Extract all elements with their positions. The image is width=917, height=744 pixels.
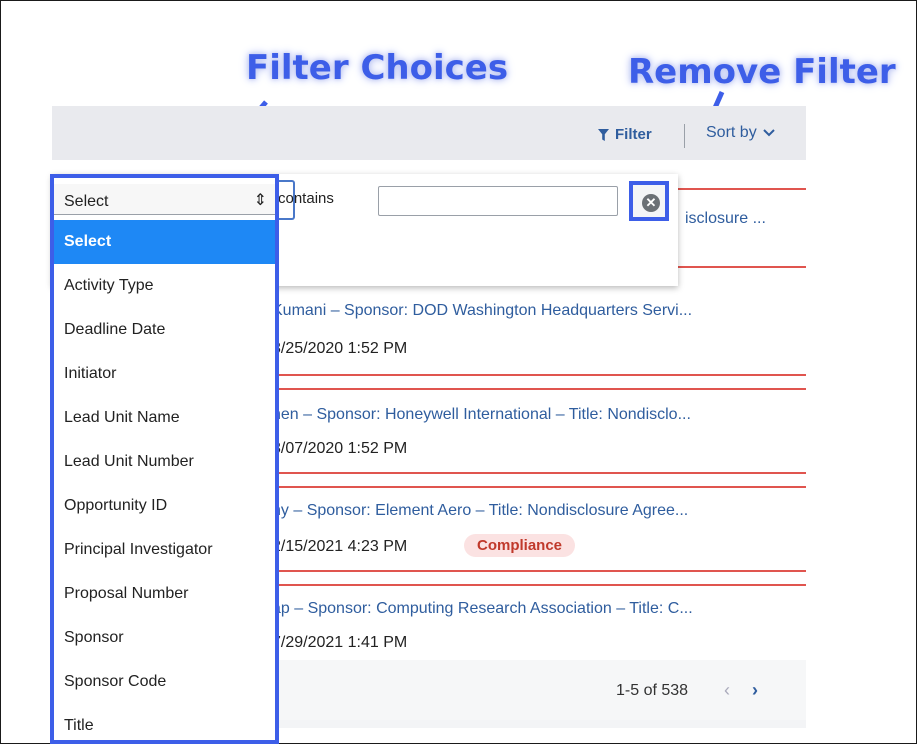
row-date: 3/25/2020 1:52 PM xyxy=(272,340,408,357)
funnel-icon xyxy=(598,128,609,141)
option-activity-type[interactable]: Activity Type xyxy=(54,264,275,308)
filter-value-input[interactable] xyxy=(378,186,618,216)
filter-button-label: Filter xyxy=(615,126,652,143)
field-select[interactable]: Select ⇕ xyxy=(54,184,275,215)
pagination-range: 1-5 of 538 xyxy=(616,682,689,699)
option-select[interactable]: Select xyxy=(54,220,275,264)
toolbar-divider xyxy=(684,124,685,148)
row-date: 3/07/2020 1:52 PM xyxy=(272,440,408,457)
next-page-icon[interactable]: › xyxy=(752,680,758,701)
option-lead-unit-name[interactable]: Lead Unit Name xyxy=(54,396,275,440)
row-title[interactable]: isclosure ... xyxy=(685,210,766,228)
option-initiator[interactable]: Initiator xyxy=(54,352,275,396)
option-opportunity-id[interactable]: Opportunity ID xyxy=(54,484,275,528)
sort-by-label: Sort by xyxy=(706,124,757,141)
option-proposal-number[interactable]: Proposal Number xyxy=(54,572,275,616)
option-sponsor[interactable]: Sponsor xyxy=(54,616,275,660)
filter-button[interactable]: Filter xyxy=(598,126,652,143)
select-arrows-icon: ⇕ xyxy=(253,192,267,209)
option-title[interactable]: Title xyxy=(54,704,275,740)
option-principal-investigator[interactable]: Principal Investigator xyxy=(54,528,275,572)
field-select-value: Select xyxy=(64,193,109,210)
row-title[interactable]: Kumani – Sponsor: DOD Washington Headqua… xyxy=(272,302,692,320)
row-title[interactable]: ap – Sponsor: Computing Research Associa… xyxy=(272,600,693,618)
compliance-badge: Compliance xyxy=(464,534,576,557)
remove-filter-button[interactable]: ✕ xyxy=(629,181,669,221)
row-date: 2/15/2021 4:23 PM xyxy=(272,538,408,555)
operator-label[interactable]: contains xyxy=(278,190,334,207)
row-date: 7/29/2021 1:41 PM xyxy=(272,634,408,651)
option-sponsor-code[interactable]: Sponsor Code xyxy=(54,660,275,704)
toolbar: Filter Sort by xyxy=(52,106,806,160)
sort-by-button[interactable]: Sort by xyxy=(706,124,775,142)
chevron-down-icon xyxy=(762,129,775,137)
option-deadline-date[interactable]: Deadline Date xyxy=(54,308,275,352)
filter-choices-dropdown: Select ⇕ Select Activity Type Deadline D… xyxy=(50,174,279,744)
circle-x-icon[interactable]: ✕ xyxy=(642,194,660,212)
option-lead-unit-number[interactable]: Lead Unit Number xyxy=(54,440,275,484)
row-title[interactable]: hy – Sponsor: Element Aero – Title: Nond… xyxy=(272,502,688,520)
row-title[interactable]: hen – Sponsor: Honeywell International –… xyxy=(272,406,691,424)
previous-page-icon[interactable]: ‹ xyxy=(724,680,730,701)
